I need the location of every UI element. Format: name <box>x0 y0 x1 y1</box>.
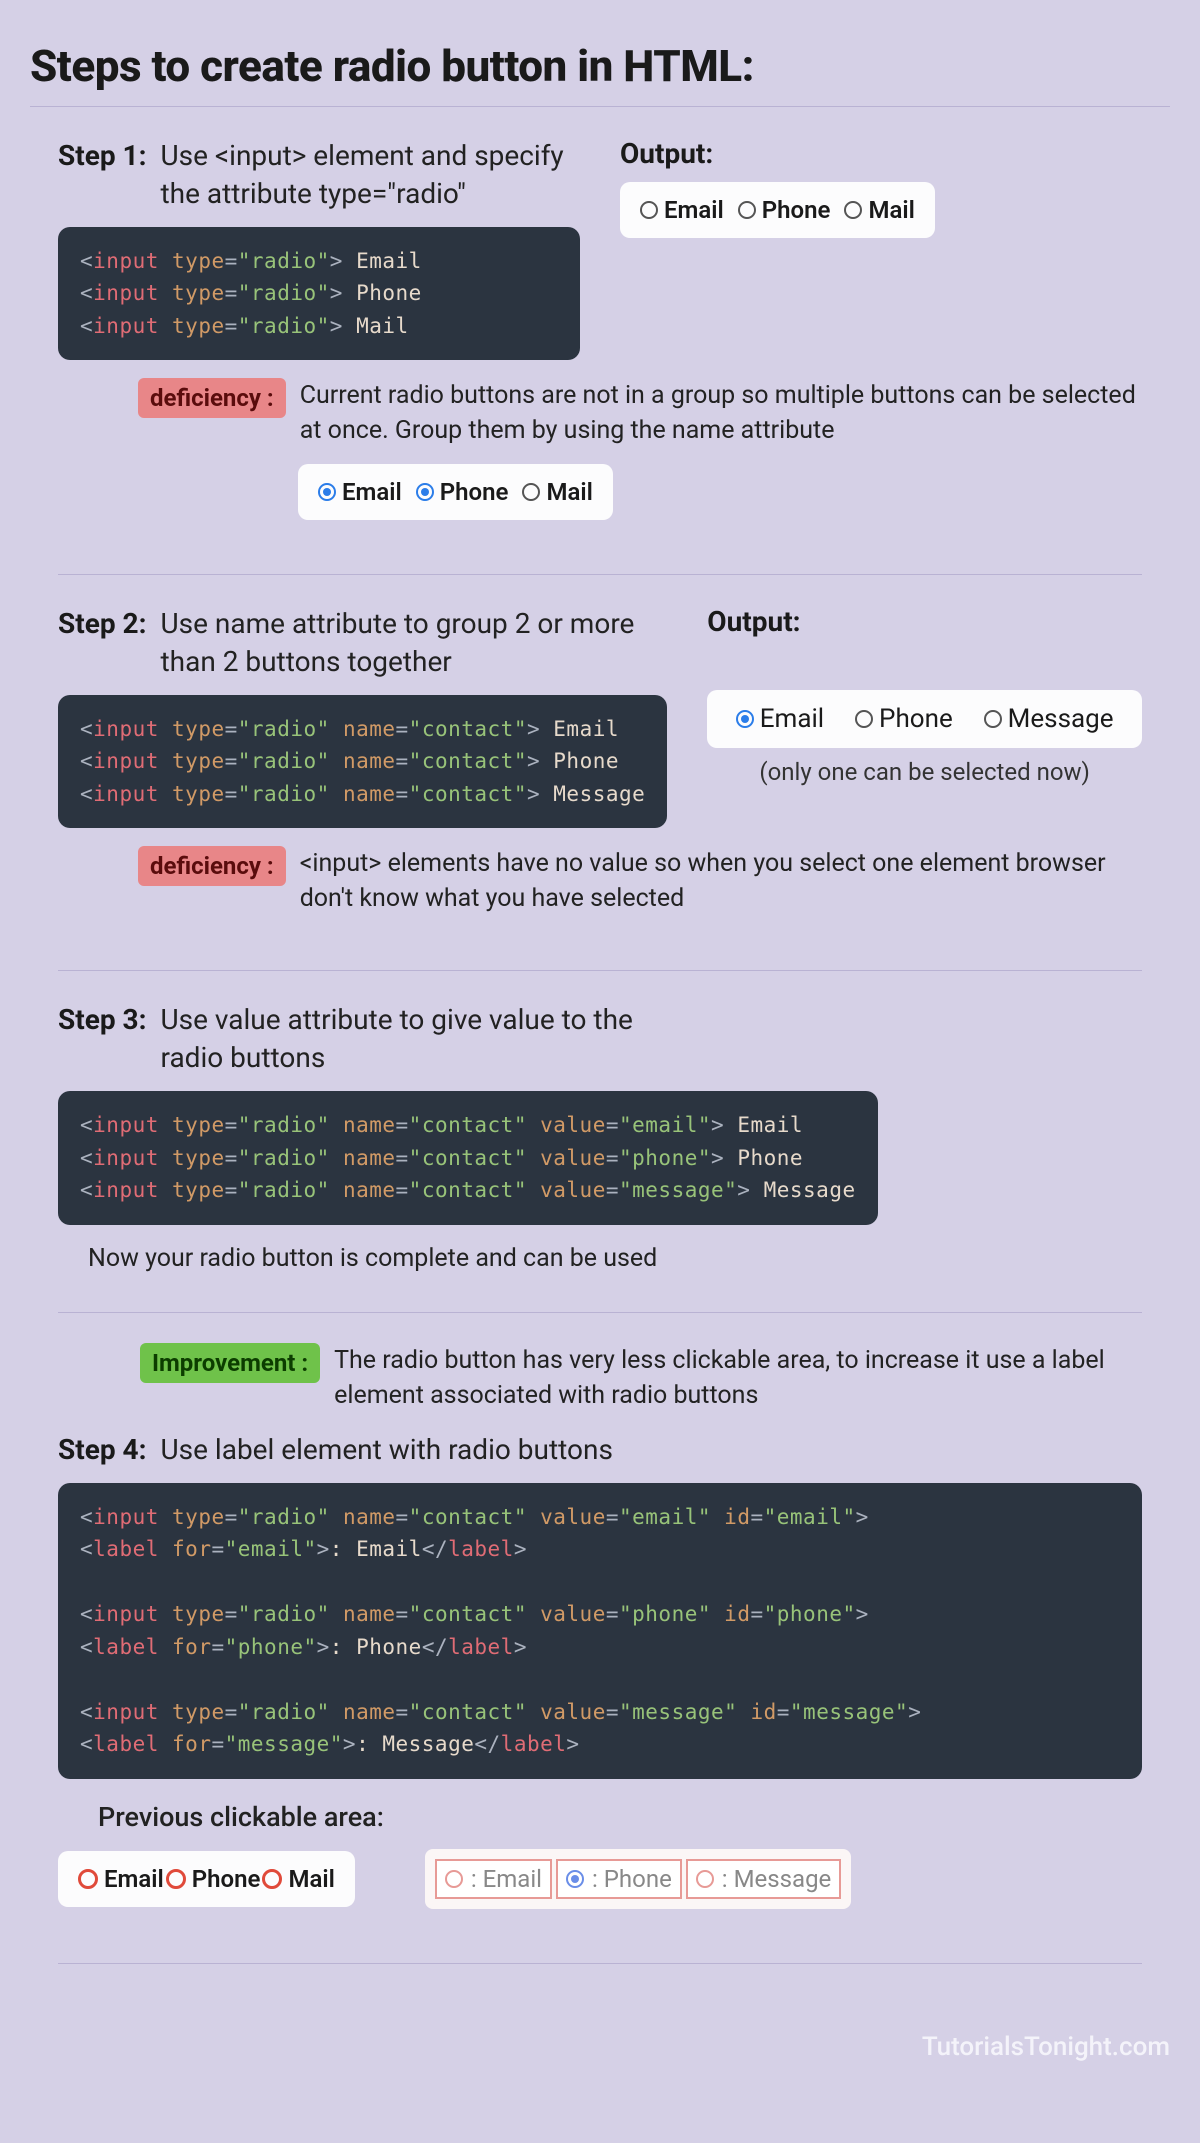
radio-label: Mail <box>868 196 914 224</box>
step-2: Step 2: Use name attribute to group 2 or… <box>30 605 1170 942</box>
radio-icon[interactable] <box>640 201 658 219</box>
output-label: Output: <box>620 137 1142 170</box>
step-3-label: Step 3: <box>58 1001 147 1036</box>
deficiency-badge: deficiency : <box>138 846 286 886</box>
radio-icon[interactable] <box>318 483 336 501</box>
step-4-code: <input type="radio" name="contact" value… <box>58 1483 1142 1779</box>
radio-icon[interactable] <box>166 1869 186 1889</box>
radio-icon[interactable] <box>262 1869 282 1889</box>
step-1: Step 1: Use <input> element and specify … <box>30 137 1170 546</box>
step-4-desc: Use label element with radio buttons <box>161 1431 613 1469</box>
radio-icon <box>566 1870 584 1888</box>
footer-credit: TutorialsTonight.com <box>0 2018 1200 2080</box>
step-1-label: Step 1: <box>58 137 147 172</box>
radio-icon[interactable] <box>844 201 862 219</box>
step-2-note: (only one can be selected now) <box>707 758 1142 786</box>
divider <box>58 1312 1142 1313</box>
radio-icon[interactable] <box>416 483 434 501</box>
step-1-code: <input type="radio"> Email <input type="… <box>58 227 580 361</box>
step-4-label: Step 4: <box>58 1431 147 1466</box>
step-3-code: <input type="radio" name="contact" value… <box>58 1091 878 1225</box>
radio-label: Email <box>760 704 824 734</box>
radio-label: Email <box>342 478 402 506</box>
step-2-label: Step 2: <box>58 605 147 640</box>
divider <box>58 574 1142 575</box>
radio-label: Mail <box>288 1865 334 1893</box>
divider <box>58 1963 1142 1964</box>
step-4: Step 4: Use label element with radio but… <box>30 1431 1170 1935</box>
radio-icon[interactable] <box>855 710 873 728</box>
deficiency-badge: deficiency : <box>138 378 286 418</box>
radio-icon[interactable] <box>522 483 540 501</box>
improvement-badge: Improvement : <box>140 1343 320 1383</box>
step-3-after: Now your radio button is complete and ca… <box>88 1241 1142 1276</box>
radio-icon[interactable] <box>984 710 1002 728</box>
step-3: Step 3: Use value attribute to give valu… <box>30 1001 1170 1301</box>
step-2-code: <input type="radio" name="contact"> Emai… <box>58 695 667 829</box>
radio-label: Email <box>104 1865 164 1893</box>
step-1-demo-multi: Email Phone Mail <box>298 464 613 520</box>
radio-label-box[interactable]: : Message <box>686 1859 841 1899</box>
divider <box>30 106 1170 107</box>
output-label: Output: <box>707 605 1142 638</box>
radio-label-box[interactable]: : Phone <box>556 1859 682 1899</box>
radio-label: Phone <box>879 704 953 734</box>
step-4-new: : Email : Phone : Message <box>425 1849 851 1909</box>
radio-label: Message <box>1008 704 1114 734</box>
radio-icon[interactable] <box>738 201 756 219</box>
previous-clickable-label: Previous clickable area: <box>98 1801 1142 1833</box>
step-4-prev: Email Phone Mail <box>58 1851 355 1907</box>
radio-icon <box>445 1870 463 1888</box>
page-title: Steps to create radio button in HTML: <box>30 40 1170 92</box>
radio-label: Mail <box>546 478 592 506</box>
step-1-output: Email Phone Mail <box>620 182 935 238</box>
step-2-deficiency: <input> elements have no value so when y… <box>300 846 1142 916</box>
radio-label: Phone <box>192 1865 261 1893</box>
step-3-improvement: The radio button has very less clickable… <box>334 1343 1170 1413</box>
radio-label: Phone <box>762 196 831 224</box>
radio-label-box[interactable]: : Email <box>435 1859 552 1899</box>
step-2-desc: Use name attribute to group 2 or more th… <box>161 605 668 681</box>
step-2-output: Email Phone Message <box>707 690 1142 748</box>
radio-icon[interactable] <box>736 710 754 728</box>
radio-icon[interactable] <box>78 1869 98 1889</box>
step-1-desc: Use <input> element and specify the attr… <box>161 137 581 213</box>
radio-icon <box>696 1870 714 1888</box>
step-1-deficiency: Current radio buttons are not in a group… <box>300 378 1142 448</box>
step-3-desc: Use value attribute to give value to the… <box>161 1001 681 1077</box>
radio-label: Phone <box>440 478 509 506</box>
divider <box>58 970 1142 971</box>
radio-label: Email <box>664 196 724 224</box>
